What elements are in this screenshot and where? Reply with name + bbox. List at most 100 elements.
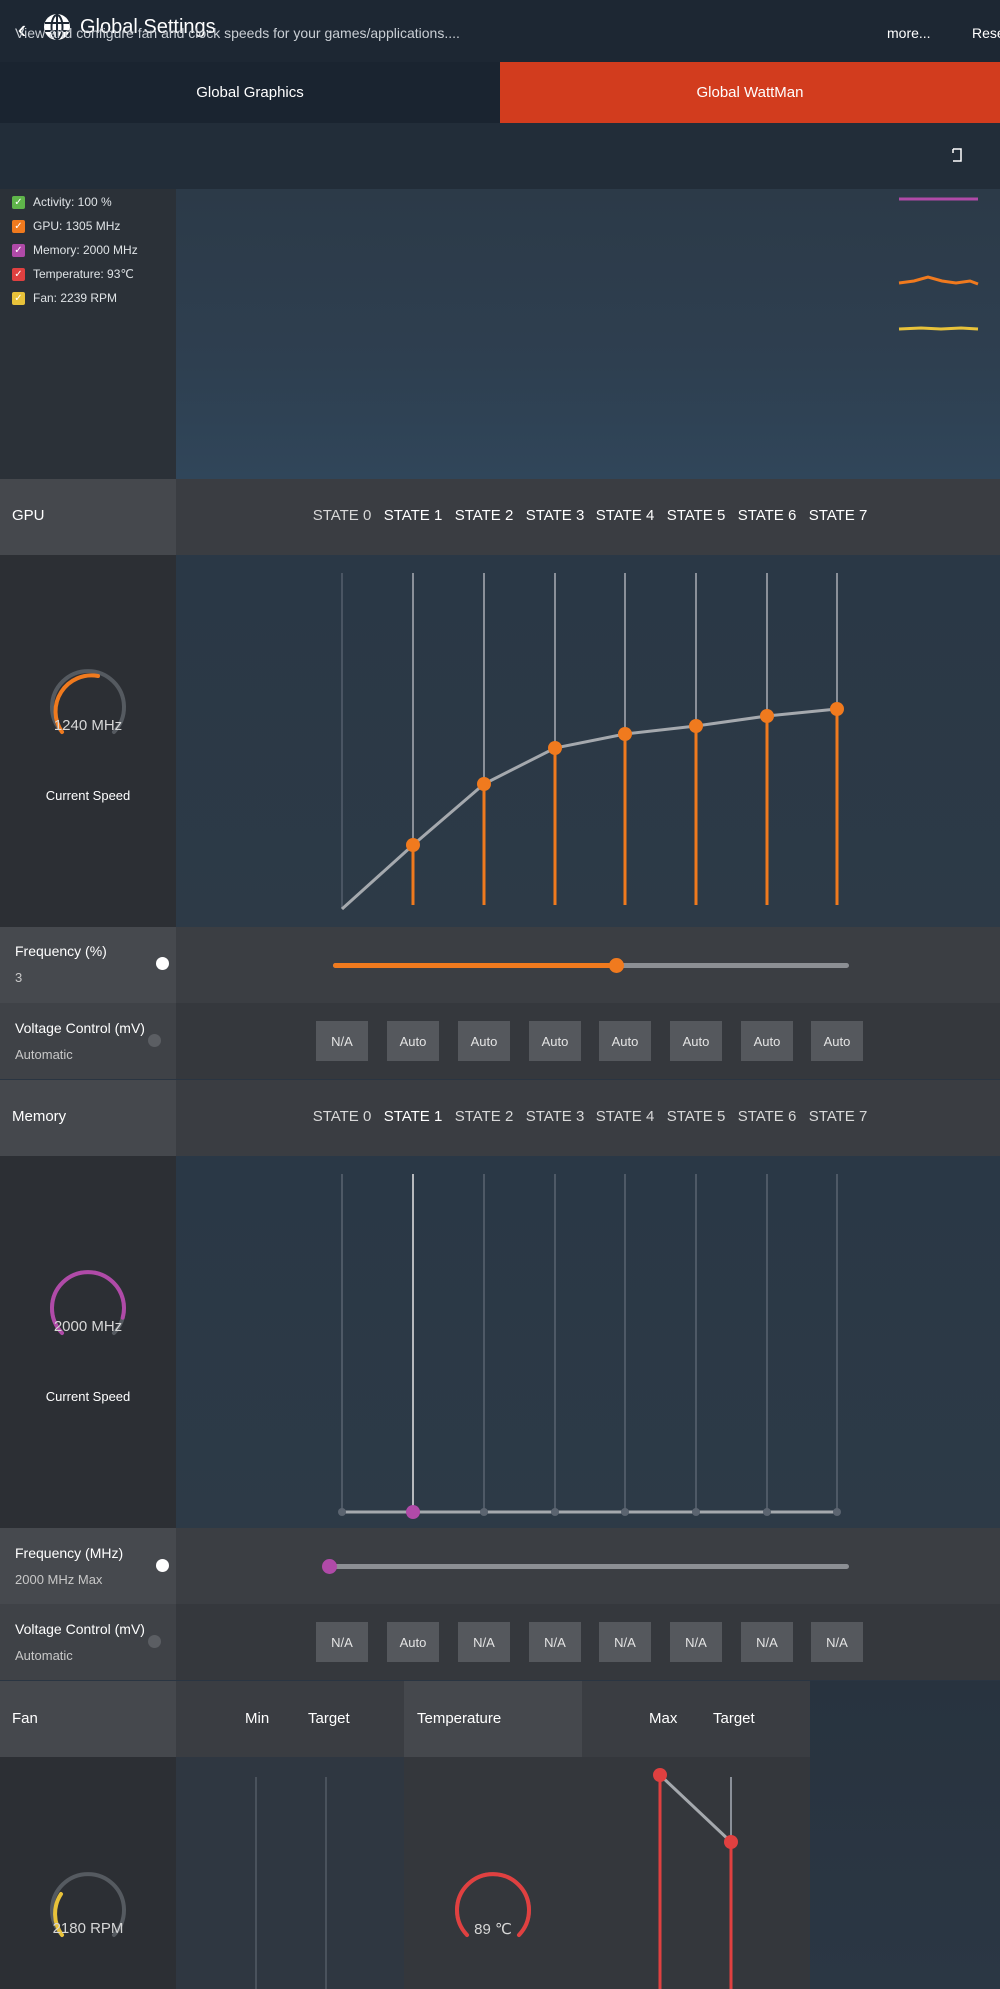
temperature-max-label: Max <box>649 1710 678 1727</box>
fan-header <box>176 1681 404 1757</box>
gpu-state-5[interactable]: STATE 5 <box>661 507 731 524</box>
memory-voltage-state-6[interactable]: N/A <box>741 1622 793 1662</box>
legend-label: Temperature: 93℃ <box>33 267 134 281</box>
checkbox-checked-icon[interactable]: ✓ <box>12 219 25 233</box>
memory-voltage-state-7[interactable]: N/A <box>811 1622 863 1662</box>
tab-global-graphics[interactable]: Global Graphics <box>0 62 500 123</box>
gpu-state-point[interactable] <box>760 709 774 723</box>
memory-voltage-label: Voltage Control (mV) <box>15 1621 145 1637</box>
memory-voltage-state-1[interactable]: Auto <box>387 1622 439 1662</box>
memory-voltage-state-4[interactable]: N/A <box>599 1622 651 1662</box>
fan-gauge-ring <box>50 1872 126 1937</box>
gpu-voltage-value: Automatic <box>15 1047 73 1062</box>
memory-state-6[interactable]: STATE 6 <box>732 1108 802 1125</box>
memory-voltage-state-0[interactable]: N/A <box>316 1622 368 1662</box>
gpu-state-point[interactable] <box>830 702 844 716</box>
temperature-gauge-ring <box>455 1872 531 1937</box>
checkbox-checked-icon[interactable]: ✓ <box>12 291 25 305</box>
memory-frequency-toggle[interactable] <box>156 1559 169 1572</box>
tab-global-wattman[interactable]: Global WattMan <box>500 62 1000 123</box>
temperature-graph <box>582 1757 810 1989</box>
temperature-header <box>582 1681 810 1757</box>
gpu-state-point[interactable] <box>477 777 491 791</box>
memory-voltage-state-2[interactable]: N/A <box>458 1622 510 1662</box>
temperature-target-point[interactable] <box>724 1835 738 1849</box>
memory-gauge-value: 2000 MHz <box>53 1318 123 1335</box>
more-link[interactable]: more... <box>887 25 931 41</box>
legend-label: Memory: 2000 MHz <box>33 243 138 257</box>
monitor-graph <box>176 189 1000 479</box>
legend-temperature[interactable]: ✓ Temperature: 93℃ <box>12 267 134 281</box>
reset-button[interactable]: Reset <box>972 25 1000 41</box>
memory-frequency-label: Frequency (MHz) <box>15 1545 124 1561</box>
gpu-voltage-state-4[interactable]: Auto <box>599 1021 651 1061</box>
gpu-state-point[interactable] <box>689 719 703 733</box>
gpu-frequency-slider-thumb[interactable] <box>609 958 624 973</box>
memory-state-5[interactable]: STATE 5 <box>661 1108 731 1125</box>
legend-memory[interactable]: ✓ Memory: 2000 MHz <box>12 243 138 257</box>
gpu-gauge-label: Current Speed <box>45 788 131 803</box>
memory-state-header: Memory STATE 0 STATE 1 STATE 2 STATE 3 S… <box>0 1080 1000 1156</box>
gpu-state-2[interactable]: STATE 2 <box>449 507 519 524</box>
gpu-state-point[interactable] <box>548 741 562 755</box>
memory-section-title: Memory <box>12 1108 67 1125</box>
monitor-legend: ✓ Activity: 100 % ✓ GPU: 1305 MHz ✓ Memo… <box>0 189 176 479</box>
gpu-voltage-state-1[interactable]: Auto <box>387 1021 439 1061</box>
empty-panel <box>810 1681 1000 1989</box>
gpu-state-point[interactable] <box>618 727 632 741</box>
gpu-state-point[interactable] <box>406 838 420 852</box>
memory-state-0[interactable]: STATE 0 <box>307 1108 377 1125</box>
gpu-voltage-state-7[interactable]: Auto <box>811 1021 863 1061</box>
memory-state-3[interactable]: STATE 3 <box>520 1108 590 1125</box>
memory-voltage-state-3[interactable]: N/A <box>529 1622 581 1662</box>
gpu-voltage-state-6[interactable]: Auto <box>741 1021 793 1061</box>
temperature-section-title: Temperature <box>417 1710 502 1727</box>
gpu-frequency-label: Frequency (%) <box>15 943 107 959</box>
gpu-state-3[interactable]: STATE 3 <box>520 507 590 524</box>
legend-activity[interactable]: ✓ Activity: 100 % <box>12 195 112 209</box>
reset-icon[interactable] <box>950 147 964 163</box>
memory-frequency-slider-thumb[interactable] <box>322 1559 337 1574</box>
gpu-section-title: GPU <box>12 507 45 524</box>
gpu-state-0[interactable]: STATE 0 <box>307 507 377 524</box>
gpu-state-7[interactable]: STATE 7 <box>803 507 873 524</box>
gpu-voltage-label: Voltage Control (mV) <box>15 1020 145 1036</box>
gpu-state-1[interactable]: STATE 1 <box>378 507 448 524</box>
legend-fan[interactable]: ✓ Fan: 2239 RPM <box>12 291 117 305</box>
fan-section-title: Fan <box>12 1710 38 1727</box>
gpu-state-header: GPU STATE 0 STATE 1 STATE 2 STATE 3 STAT… <box>0 479 1000 555</box>
memory-voltage-panel: N/A Auto N/A N/A N/A N/A N/A N/A <box>176 1604 1000 1680</box>
gpu-voltage-state-2[interactable]: Auto <box>458 1021 510 1061</box>
memory-frequency-value: 2000 MHz Max <box>15 1572 103 1587</box>
legend-label: Fan: 2239 RPM <box>33 291 118 305</box>
gpu-state-6[interactable]: STATE 6 <box>732 507 802 524</box>
gpu-frequency-toggle[interactable] <box>156 957 169 970</box>
checkbox-checked-icon[interactable]: ✓ <box>12 195 25 209</box>
gpu-voltage-state-0[interactable]: N/A <box>316 1021 368 1061</box>
gpu-voltage-state-5[interactable]: Auto <box>670 1021 722 1061</box>
gpu-voltage-state-3[interactable]: Auto <box>529 1021 581 1061</box>
memory-state-2[interactable]: STATE 2 <box>449 1108 519 1125</box>
memory-voltage-state-5[interactable]: N/A <box>670 1622 722 1662</box>
memory-state-1[interactable]: STATE 1 <box>378 1108 448 1125</box>
memory-state-point[interactable] <box>406 1505 420 1519</box>
memory-frequency-slider-track[interactable] <box>328 1564 849 1569</box>
tab-bar: Global Graphics Global WattMan <box>0 62 1000 123</box>
legend-gpu[interactable]: ✓ GPU: 1305 MHz <box>12 219 120 233</box>
memory-voltage-toggle[interactable] <box>148 1635 161 1648</box>
gpu-frequency-slider-fill <box>333 963 616 968</box>
fan-graph <box>176 1757 404 1989</box>
gpu-state-4[interactable]: STATE 4 <box>590 507 660 524</box>
fan-target-label: Target <box>308 1710 350 1727</box>
memory-state-4[interactable]: STATE 4 <box>590 1108 660 1125</box>
gpu-voltage-toggle[interactable] <box>148 1034 161 1047</box>
fan-gauge-value: 2180 RPM <box>52 1920 124 1937</box>
memory-voltage-value: Automatic <box>15 1648 73 1663</box>
legend-label: GPU: 1305 MHz <box>33 219 121 233</box>
temperature-target-label: Target <box>713 1710 755 1727</box>
memory-frequency-label-panel <box>0 1528 176 1604</box>
checkbox-checked-icon[interactable]: ✓ <box>12 243 25 257</box>
checkbox-checked-icon[interactable]: ✓ <box>12 267 25 281</box>
temperature-max-point[interactable] <box>653 1768 667 1782</box>
memory-state-7[interactable]: STATE 7 <box>803 1108 873 1125</box>
